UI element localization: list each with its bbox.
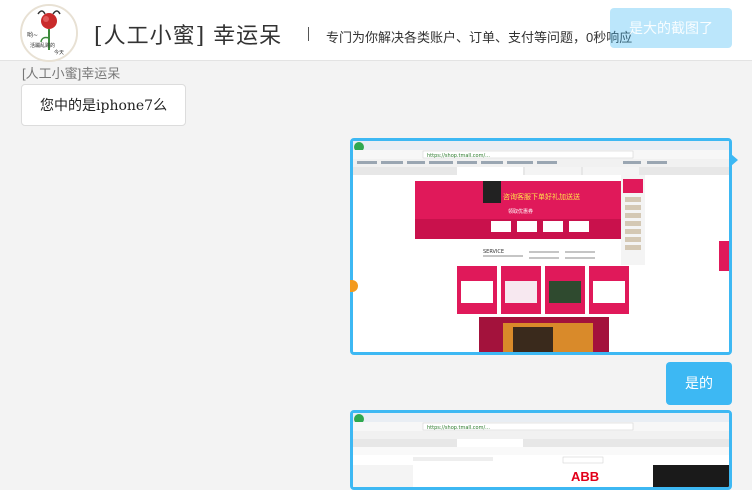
tmall-screenshot-image: https://shop.tmall.com/... 咨询客服下单好礼加送送 领… xyxy=(353,141,729,352)
svg-text:活蹦乱跳的: 活蹦乱跳的 xyxy=(30,42,55,49)
user-image-message[interactable]: https://shop.tmall.com/... 咨询客服下单好礼加送送 领… xyxy=(350,138,732,355)
svg-text:今天: 今天 xyxy=(54,49,64,56)
user-message-bubble: 是的 xyxy=(666,362,732,405)
svg-text:咨询客服下单好礼加送送: 咨询客服下单好礼加送送 xyxy=(503,192,580,201)
user-image-message-2[interactable]: https://shop.tmall.com/... ABB xyxy=(350,410,732,490)
svg-text:https://shop.tmall.com/...: https://shop.tmall.com/... xyxy=(427,153,490,159)
title-divider xyxy=(308,27,309,41)
svg-text:SERVICE: SERVICE xyxy=(483,249,504,255)
svg-text:领取优惠券: 领取优惠券 xyxy=(508,208,533,215)
page-title: [人工小蜜] 幸运呆 xyxy=(94,24,283,49)
sender-name: [人工小蜜]幸运呆 xyxy=(22,66,121,81)
svg-text:ABB: ABB xyxy=(571,469,599,484)
agent-avatar[interactable]: 哟~ 活蹦乱跳的 今天 xyxy=(20,4,78,62)
rose-avatar-icon: 哟~ 活蹦乱跳的 今天 xyxy=(22,6,76,60)
image-bubble-arrow xyxy=(731,154,738,166)
tmall-screenshot-image-2: https://shop.tmall.com/... ABB xyxy=(353,413,729,487)
ghost-message-bubble: 是大的截图了 xyxy=(610,8,732,48)
agent-message-bubble: 您中的是iphone7么 xyxy=(21,84,187,126)
svg-text:https://shop.tmall.com/...: https://shop.tmall.com/... xyxy=(427,425,490,431)
chat-header: 哟~ 活蹦乱跳的 今天 [人工小蜜] 幸运呆 专门为你解决各类账户、订单、支付等… xyxy=(0,0,752,62)
svg-text:哟~: 哟~ xyxy=(27,32,38,39)
header-tagline: 专门为你解决各类账户、订单、支付等问题，0秒响应 xyxy=(326,30,633,45)
